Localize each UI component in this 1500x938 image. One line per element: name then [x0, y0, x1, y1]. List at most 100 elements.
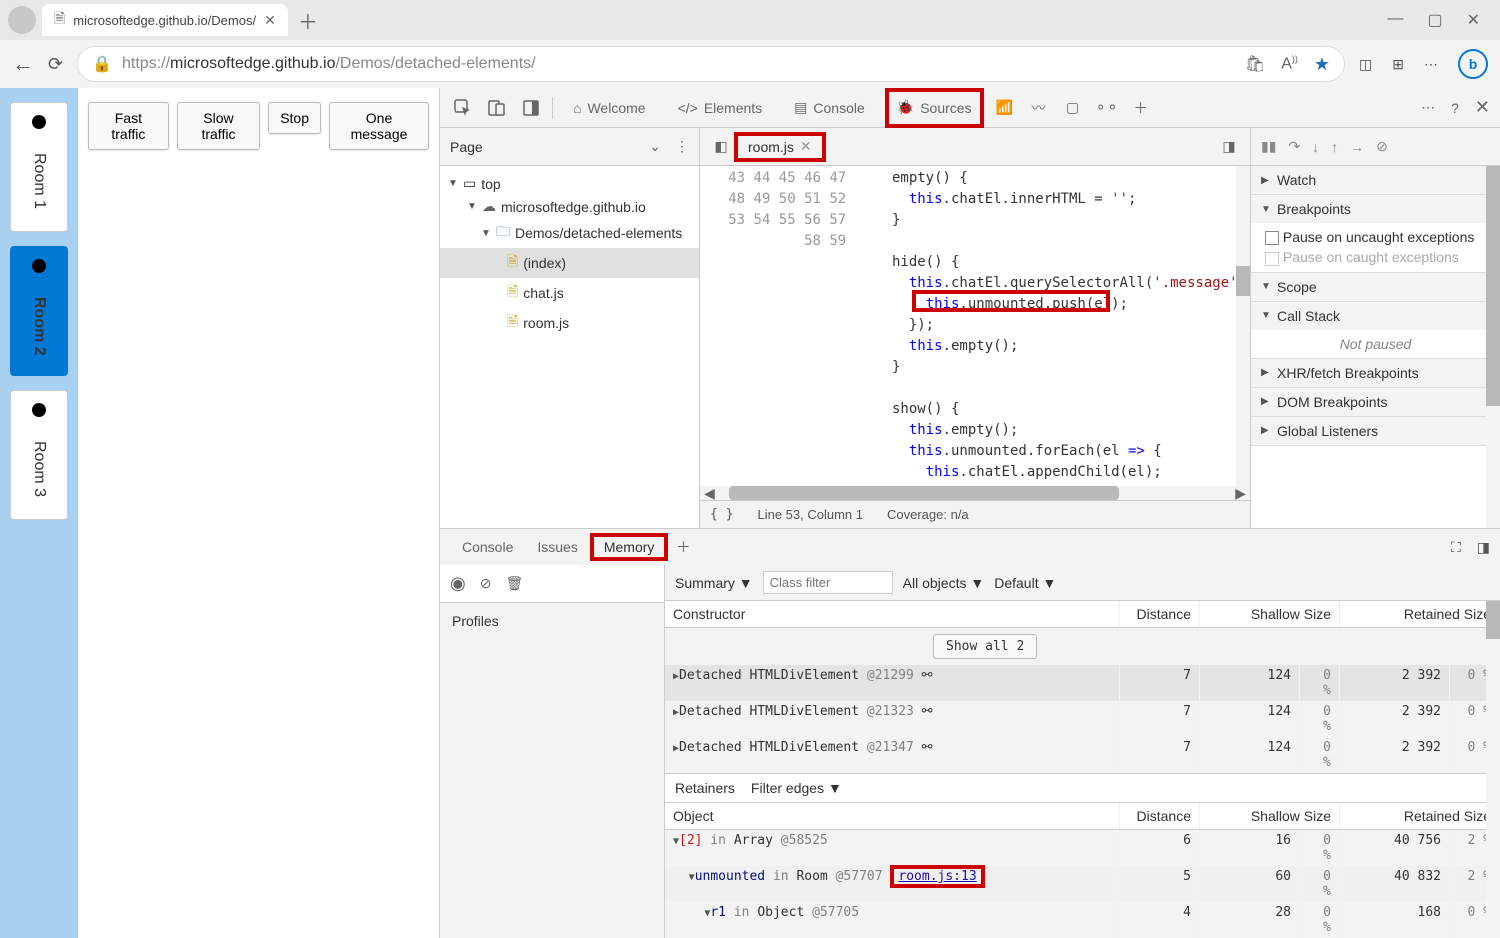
- pause-icon[interactable]: ▮▮: [1261, 138, 1276, 155]
- pretty-print-icon[interactable]: { }: [710, 507, 733, 522]
- more-tabs-icon[interactable]: ＋: [1128, 95, 1154, 121]
- editor-tab-room[interactable]: room.js ✕: [734, 132, 826, 162]
- wifi-icon[interactable]: 📶: [992, 95, 1018, 121]
- editor-scrollbar-h[interactable]: ◀ ▶: [700, 486, 1250, 500]
- read-aloud-icon[interactable]: A)): [1281, 54, 1298, 73]
- lock-icon: 🔒: [92, 54, 112, 74]
- editor-scrollbar-v[interactable]: [1236, 166, 1250, 486]
- watch-section[interactable]: ▶Watch: [1251, 166, 1500, 194]
- close-tab-icon[interactable]: ✕: [264, 12, 276, 29]
- record-icon[interactable]: ◉: [450, 573, 466, 594]
- summary-dropdown[interactable]: Summary ▼: [675, 575, 753, 591]
- navigator-tab-label[interactable]: Page: [450, 139, 649, 155]
- tab-sources[interactable]: 🐞 Sources: [885, 88, 984, 128]
- menu-icon[interactable]: ⋯: [1424, 56, 1438, 73]
- inspect-element-icon[interactable]: [450, 95, 476, 121]
- minimize-icon[interactable]: —: [1387, 10, 1403, 30]
- step-icon[interactable]: →: [1350, 139, 1364, 155]
- tree-chat[interactable]: 🗎 chat.js: [440, 278, 699, 308]
- browser-tab[interactable]: 🗎 microsoftedge.github.io/Demos/ ✕: [42, 4, 288, 36]
- profile-avatar[interactable]: [8, 6, 36, 34]
- room-1-button[interactable]: Room 1: [10, 102, 68, 232]
- room-2-button[interactable]: Room 2: [10, 246, 68, 376]
- dom-breakpoints-section[interactable]: ▶DOM Breakpoints: [1251, 388, 1500, 416]
- tree-folder[interactable]: ▼ 🗀 Demos/detached-elements: [440, 218, 699, 248]
- clear-icon[interactable]: ⊘: [480, 575, 492, 592]
- drawer-tab-console[interactable]: Console: [450, 539, 525, 555]
- show-all-button[interactable]: Show all 2: [933, 634, 1037, 659]
- split-screen-icon[interactable]: ◫: [1359, 56, 1372, 73]
- url-input[interactable]: 🔒 https://microsoftedge.github.io/Demos/…: [77, 46, 1345, 82]
- shopping-icon[interactable]: 🛍: [1245, 54, 1265, 74]
- pause-caught-checkbox[interactable]: Pause on caught exceptions: [1265, 249, 1486, 265]
- detached-icon[interactable]: ⚬⚬: [1094, 95, 1120, 121]
- code-body[interactable]: empty() { this.chatEl.innerHTML = ''; } …: [854, 166, 1250, 486]
- stop-button[interactable]: Stop: [268, 102, 321, 134]
- step-over-icon[interactable]: ↷: [1288, 138, 1300, 155]
- device-mode-icon[interactable]: [484, 95, 510, 121]
- performance-icon[interactable]: 〰: [1026, 95, 1052, 121]
- debugger-pane: ▮▮ ↷ ↓ ↑ → ⊘ ▶Watch ▼Breakpoints Pause o…: [1250, 128, 1500, 528]
- more-options-icon[interactable]: ⋮: [675, 138, 689, 155]
- trash-icon[interactable]: 🗑: [505, 575, 523, 592]
- scope-section[interactable]: ▼Scope: [1251, 273, 1500, 301]
- tree-room[interactable]: 🗎 room.js: [440, 308, 699, 338]
- favorite-icon[interactable]: ★: [1314, 54, 1330, 75]
- help-icon[interactable]: ?: [1451, 100, 1459, 116]
- pause-uncaught-checkbox[interactable]: Pause on uncaught exceptions: [1265, 229, 1486, 245]
- drawer-dock-icon[interactable]: ◨: [1477, 539, 1490, 556]
- toggle-navigator-icon[interactable]: ◧: [708, 134, 734, 160]
- step-into-icon[interactable]: ↓: [1312, 139, 1319, 155]
- collections-icon[interactable]: ⊞: [1392, 56, 1404, 73]
- th-constructor[interactable]: Constructor: [665, 601, 1120, 628]
- class-filter-input[interactable]: [763, 571, 893, 594]
- close-icon[interactable]: ✕: [1467, 10, 1480, 30]
- tab-welcome[interactable]: ⌂ Welcome: [561, 88, 658, 128]
- th-distance[interactable]: Distance: [1120, 601, 1200, 628]
- deactivate-breakpoints-icon[interactable]: ⊘: [1376, 138, 1388, 155]
- th-shallow[interactable]: Shallow Size: [1200, 601, 1340, 628]
- code-editor[interactable]: 43 44 45 46 47 48 49 50 51 52 53 54 55 5…: [700, 166, 1250, 486]
- tab-console[interactable]: ▤ Console: [782, 88, 877, 128]
- source-link[interactable]: room.js:13: [890, 865, 984, 888]
- tree-index[interactable]: 🗎 (index): [440, 248, 699, 278]
- all-objects-dropdown[interactable]: All objects ▼: [903, 575, 985, 591]
- th-retained[interactable]: Retained Size: [1340, 601, 1500, 628]
- new-tab-button[interactable]: ＋: [298, 6, 318, 35]
- slow-traffic-button[interactable]: Slow traffic: [177, 102, 260, 150]
- drawer-tab-memory[interactable]: Memory: [590, 533, 669, 561]
- drawer-scrollbar[interactable]: [1486, 601, 1500, 938]
- step-out-icon[interactable]: ↑: [1331, 139, 1338, 155]
- refresh-icon[interactable]: ⟳: [48, 54, 63, 75]
- application-icon[interactable]: ▢: [1060, 95, 1086, 121]
- drawer-expand-icon[interactable]: ⛶: [1451, 539, 1461, 556]
- th-object[interactable]: Object: [665, 803, 1120, 830]
- toggle-debugger-icon[interactable]: ◨: [1216, 134, 1242, 160]
- devtools: ⌂ Welcome </> Elements ▤ Console 🐞 Sourc…: [440, 88, 1500, 938]
- maximize-icon[interactable]: ▢: [1427, 10, 1442, 30]
- chevron-down-icon[interactable]: ⌄: [649, 138, 661, 155]
- back-icon[interactable]: ←: [12, 51, 34, 77]
- drawer-tab-issues[interactable]: Issues: [525, 539, 589, 555]
- default-dropdown[interactable]: Default ▼: [994, 575, 1056, 591]
- breakpoints-section[interactable]: ▼Breakpoints: [1251, 195, 1500, 223]
- one-message-button[interactable]: One message: [329, 102, 429, 150]
- tree-host[interactable]: ▼ ☁ microsoftedge.github.io: [440, 195, 699, 218]
- room-3-button[interactable]: Room 3: [10, 390, 68, 520]
- settings-icon[interactable]: ⋯: [1421, 99, 1435, 116]
- debugger-scrollbar[interactable]: [1486, 166, 1500, 528]
- code-editor-pane: ◧ room.js ✕ ◨ 43 44 45 46 47 48 49 50 51…: [700, 128, 1250, 528]
- dock-side-icon[interactable]: [518, 95, 544, 121]
- call-stack-section[interactable]: ▼Call Stack: [1251, 302, 1500, 330]
- close-file-icon[interactable]: ✕: [800, 138, 812, 155]
- tree-top[interactable]: ▼ ▭ top: [440, 172, 699, 195]
- window-icon: ▭: [463, 175, 476, 192]
- tab-elements[interactable]: </> Elements: [666, 88, 775, 128]
- fast-traffic-button[interactable]: Fast traffic: [88, 102, 169, 150]
- bing-icon[interactable]: b: [1458, 49, 1488, 79]
- add-drawer-tab-icon[interactable]: ＋: [676, 537, 690, 557]
- filter-edges-dropdown[interactable]: Filter edges ▼: [751, 780, 842, 796]
- close-devtools-icon[interactable]: ✕: [1475, 97, 1490, 118]
- global-listeners-section[interactable]: ▶Global Listeners: [1251, 417, 1500, 445]
- xhr-breakpoints-section[interactable]: ▶XHR/fetch Breakpoints: [1251, 359, 1500, 387]
